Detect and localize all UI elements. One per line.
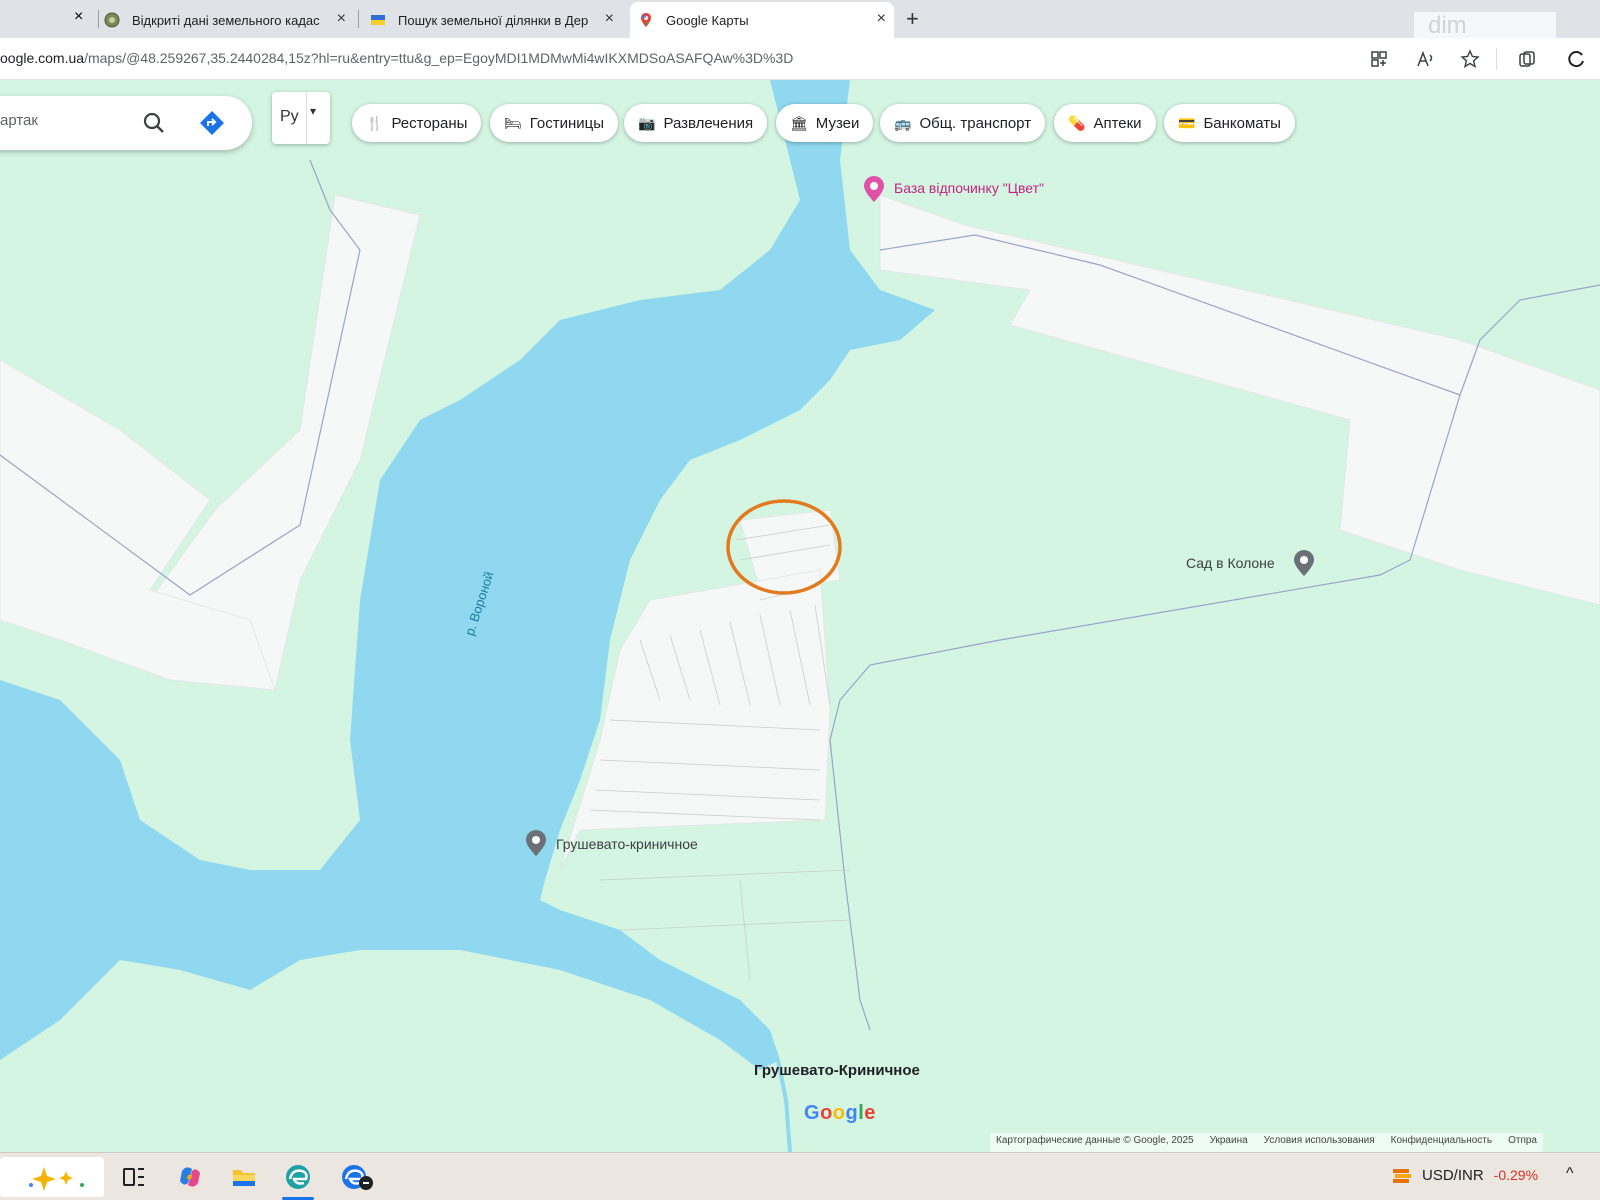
url-host: oogle.com.ua [0,50,85,66]
chip-museum[interactable]: 🏛 Музеи [776,104,874,142]
chip-label: Рестораны [391,114,468,132]
search-input[interactable] [0,112,140,129]
taskbar: USD/INR -0.29% ^ [0,1152,1600,1200]
language-divider [306,92,307,144]
copilot-app-icon[interactable] [176,1163,204,1191]
attribution-item: Картографические данные © Google, 2025 [996,1135,1194,1146]
chevron-down-icon[interactable]: ▾ [310,104,316,118]
language-label: Ру [280,108,299,125]
google-maps-favicon-icon [641,13,651,27]
toolbar-divider [1496,48,1497,70]
chip-bus[interactable]: 🚌 Общ. транспорт [880,104,1046,142]
new-tab-button[interactable]: + [906,6,919,32]
app-available-icon[interactable] [1370,50,1388,68]
village-label[interactable]: Грушевато-криничное [556,836,698,852]
bus-icon: 🚌 [894,114,912,131]
tab-cadastre[interactable]: Відкриті дані земельного кадас × [104,2,354,38]
garden-label[interactable]: Сад в Колоне [1186,555,1275,571]
map-attribution: Картографические данные © Google, 2025 Ук… [990,1133,1543,1153]
chip-pharmacy[interactable]: 💊 Аптеки [1054,104,1156,142]
restaurant-icon: 🍴 [366,114,384,131]
file-explorer-icon[interactable] [230,1163,258,1191]
edge-badge-icon[interactable] [340,1163,376,1191]
map-canvas[interactable]: р. Вороной [0,80,1600,1152]
google-logo: Google [804,1102,876,1125]
chip-restaurant[interactable]: 🍴 Рестораны [352,104,482,142]
browser-tab-strip: × Відкриті дані земельного кадас × Пошук… [0,0,1600,40]
chip-hotel[interactable]: 🛏 Гостиницы [490,104,619,142]
sparkle-icon [29,1167,84,1191]
directions-icon[interactable] [198,109,226,137]
cadastre-favicon-icon [104,12,120,28]
chevron-up-icon[interactable]: ^ [1566,1165,1574,1183]
tab-close-icon[interactable]: × [337,10,346,28]
copilot-icon[interactable] [1566,49,1586,69]
attribution-item[interactable]: Отпра [1508,1135,1537,1151]
tab-close-icon[interactable]: × [877,10,886,28]
attribution-item[interactable]: Украина [1210,1135,1248,1151]
favorite-star-icon[interactable] [1460,49,1480,69]
tab-separator [98,10,99,28]
logo-letter: g [845,1102,859,1124]
tab-google-maps[interactable]: Google Карты × [630,2,894,38]
logo-letter: o [820,1102,833,1124]
map-drawing [0,80,1600,1152]
ticker-symbol: USD/INR [1422,1167,1484,1184]
place-pin-icon[interactable] [524,830,548,858]
logo-letter: e [864,1102,876,1124]
place-pin-icon[interactable] [1292,550,1316,578]
attribution-item[interactable]: Конфиденциальность [1391,1135,1492,1151]
chip-label: Аптеки [1093,114,1142,132]
maps-search-box[interactable] [0,96,252,150]
atm-icon: 💳 [1178,114,1196,131]
language-selector[interactable]: Ру ▾ [272,92,330,144]
resort-pin-icon[interactable] [862,176,886,204]
camera-icon: 📷 [638,114,656,131]
chip-atm[interactable]: 💳 Банкоматы [1164,104,1295,142]
chip-label: Общ. транспорт [919,114,1032,132]
tab-close-icon[interactable]: × [605,10,614,28]
collections-icon[interactable] [1518,50,1536,68]
chip-label: Банкоматы [1203,114,1281,132]
widgets-button[interactable] [0,1157,104,1197]
task-view-icon[interactable] [120,1163,148,1191]
museum-icon: 🏛 [790,114,808,131]
logo-letter: o [832,1102,846,1124]
tab-separator [358,10,359,28]
watermark: dim [1414,12,1556,40]
address-bar[interactable]: oogle.com.ua/maps/@48.259267,35.2440284,… [0,38,1600,80]
currency-stack-icon [1393,1169,1411,1183]
url-text[interactable]: oogle.com.ua/maps/@48.259267,35.2440284,… [0,50,793,66]
chip-camera[interactable]: 📷 Развлечения [624,104,768,142]
ukraine-flag-icon [371,15,385,25]
resort-label[interactable]: База відпочинку "Цвет" [894,180,1044,196]
ticker-change: -0.29% [1493,1167,1539,1183]
search-icon[interactable] [140,109,168,137]
tab-title: Пошук земельної ділянки в Дер [398,12,589,28]
town-label: Грушевато-Криничное [754,1062,920,1079]
pharmacy-icon: 💊 [1068,114,1086,131]
screen: × Відкриті дані земельного кадас × Пошук… [0,0,1600,1200]
chip-label: Гостиницы [529,114,605,132]
tab-close-icon[interactable]: × [74,8,83,26]
edge-browser-icon[interactable] [284,1163,312,1191]
chip-label: Музеи [815,114,860,132]
hotel-icon: 🛏 [504,114,522,131]
url-path: /maps/@48.259267,35.2440284,15z?hl=ru&en… [84,50,794,66]
tab-title: Google Карты [666,12,749,28]
attribution-item[interactable]: Условия использования [1264,1135,1375,1151]
logo-letter: G [804,1102,821,1124]
currency-ticker[interactable]: USD/INR -0.29% [1422,1167,1538,1184]
farm-field [879,194,1600,606]
tab-land-search[interactable]: Пошук земельної ділянки в Дер × [370,2,622,38]
tab-title: Відкриті дані земельного кадас [132,12,320,28]
chip-label: Развлечения [663,114,754,132]
read-aloud-icon[interactable] [1416,50,1436,68]
